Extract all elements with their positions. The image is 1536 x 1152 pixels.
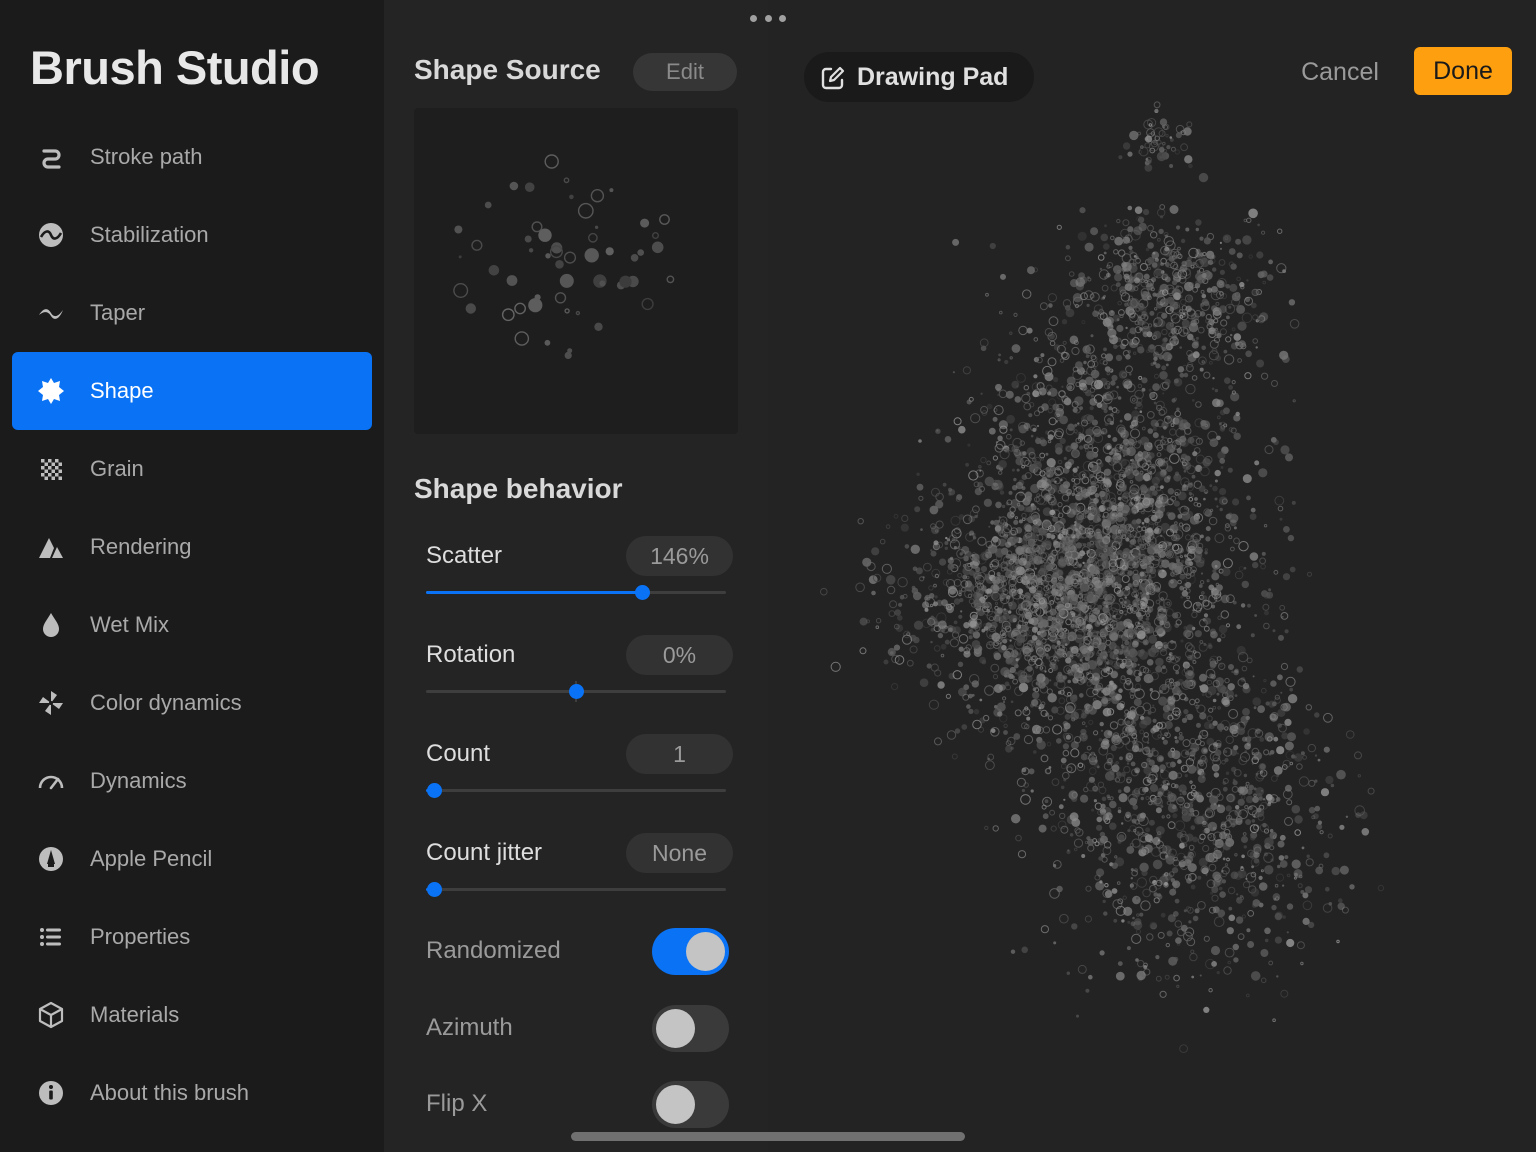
cancel-button[interactable]: Cancel <box>1290 53 1390 91</box>
sidebar-item-label: Materials <box>90 1002 180 1027</box>
sidebar-item-stabilization[interactable]: Stabilization <box>12 196 372 274</box>
more-options-icon[interactable] <box>750 12 786 24</box>
sidebar-item-label: Stabilization <box>90 222 209 247</box>
done-button[interactable]: Done <box>1414 47 1512 95</box>
shape-preview-image <box>453 154 675 359</box>
settings-panel: Shape Source Edit Shape behavior Scatter… <box>384 0 768 1152</box>
randomized-toggle[interactable] <box>652 928 729 975</box>
info-icon <box>36 1078 66 1108</box>
scatter-value[interactable]: 146% <box>626 536 733 576</box>
azimuth-toggle[interactable] <box>652 1005 729 1052</box>
materials-icon <box>36 1000 66 1030</box>
stabilization-icon <box>36 220 66 250</box>
rotation-label: Rotation <box>426 641 516 668</box>
sidebar-item-label: About this brush <box>90 1080 249 1105</box>
slider-thumb[interactable] <box>635 585 650 600</box>
scatter-setting: Scatter 146% <box>426 536 736 616</box>
grain-icon <box>36 454 66 484</box>
sidebar-item-materials[interactable]: Materials <box>12 976 372 1054</box>
drawing-pad-button[interactable]: Drawing Pad <box>804 52 1034 102</box>
shape-source-preview[interactable] <box>414 108 738 434</box>
apple-pencil-icon <box>36 844 66 874</box>
dynamics-icon <box>36 766 66 796</box>
randomized-setting: Randomized <box>426 928 736 978</box>
sidebar-item-label: Grain <box>90 456 144 481</box>
toggle-knob <box>686 932 725 971</box>
wet-mix-icon <box>36 610 66 640</box>
drawing-pad-label: Drawing Pad <box>857 62 1009 91</box>
sidebar-item-label: Apple Pencil <box>90 846 213 871</box>
toggle-knob <box>656 1009 695 1048</box>
count-jitter-label: Count jitter <box>426 839 543 866</box>
sidebar-item-shape[interactable]: Shape <box>12 352 372 430</box>
azimuth-label: Azimuth <box>426 1014 513 1041</box>
app-title: Brush Studio <box>30 41 320 94</box>
rotation-value[interactable]: 0% <box>626 635 733 675</box>
count-jitter-slider[interactable] <box>426 882 726 897</box>
count-slider[interactable] <box>426 783 726 798</box>
count-label: Count <box>426 740 491 767</box>
sidebar-item-dynamics[interactable]: Dynamics <box>12 742 372 820</box>
sidebar-item-about-this-brush[interactable]: About this brush <box>12 1054 372 1132</box>
scatter-label: Scatter <box>426 542 503 569</box>
properties-icon <box>36 922 66 952</box>
drawing-pad-canvas[interactable] <box>768 0 1536 1152</box>
slider-thumb[interactable] <box>426 783 442 798</box>
edit-pad-icon <box>821 66 845 90</box>
sidebar-item-label: Shape <box>90 378 154 403</box>
shape-behavior-title: Shape behavior <box>414 473 623 504</box>
count-setting: Count 1 <box>426 734 736 814</box>
edit-button[interactable]: Edit <box>633 53 737 91</box>
slider-fill <box>426 591 642 594</box>
rendering-icon <box>36 532 66 562</box>
shape-icon <box>36 376 66 406</box>
slider-thumb[interactable] <box>569 684 584 699</box>
count-jitter-setting: Count jitter None <box>426 833 736 913</box>
rotation-slider[interactable] <box>426 681 726 702</box>
sidebar-item-wet-mix[interactable]: Wet Mix <box>12 586 372 664</box>
sidebar-nav: Stroke path Stabilization Taper Shape Grain R… <box>12 118 372 1132</box>
sidebar-item-apple-pencil[interactable]: Apple Pencil <box>12 820 372 898</box>
sidebar-item-color-dynamics[interactable]: Color dynamics <box>12 664 372 742</box>
sidebar-item-stroke-path[interactable]: Stroke path <box>12 118 372 196</box>
sidebar-item-label: Properties <box>90 924 191 949</box>
flip-x-label: Flip X <box>426 1090 488 1117</box>
sidebar-item-grain[interactable]: Grain <box>12 430 372 508</box>
azimuth-setting: Azimuth <box>426 1005 736 1055</box>
sidebar-item-label: Rendering <box>90 534 192 559</box>
color-dynamics-icon <box>36 688 66 718</box>
sidebar-item-label: Taper <box>90 300 146 325</box>
flip-x-toggle[interactable] <box>652 1081 729 1128</box>
sidebar-item-label: Stroke path <box>90 144 203 169</box>
stroke-path-icon <box>36 142 66 172</box>
sidebar-item-label: Dynamics <box>90 768 187 793</box>
scatter-slider[interactable] <box>426 585 726 600</box>
sidebar-item-taper[interactable]: Taper <box>12 274 372 352</box>
randomized-label: Randomized <box>426 937 561 964</box>
slider-thumb[interactable] <box>426 882 442 897</box>
sidebar: Brush Studio Stroke path Stabilization Tap… <box>0 0 384 1152</box>
sidebar-item-properties[interactable]: Properties <box>12 898 372 976</box>
shape-source-title: Shape Source <box>414 54 601 85</box>
rotation-setting: Rotation 0% <box>426 635 736 715</box>
toggle-knob <box>656 1085 695 1124</box>
taper-icon <box>36 298 66 328</box>
sidebar-item-label: Wet Mix <box>90 612 170 637</box>
flip-x-setting: Flip X <box>426 1081 736 1131</box>
count-value[interactable]: 1 <box>626 734 733 774</box>
home-indicator[interactable] <box>571 1132 965 1141</box>
count-jitter-value[interactable]: None <box>626 833 733 873</box>
brush-stroke-preview <box>820 101 1385 1053</box>
sidebar-item-label: Color dynamics <box>90 690 242 715</box>
sidebar-item-rendering[interactable]: Rendering <box>12 508 372 586</box>
